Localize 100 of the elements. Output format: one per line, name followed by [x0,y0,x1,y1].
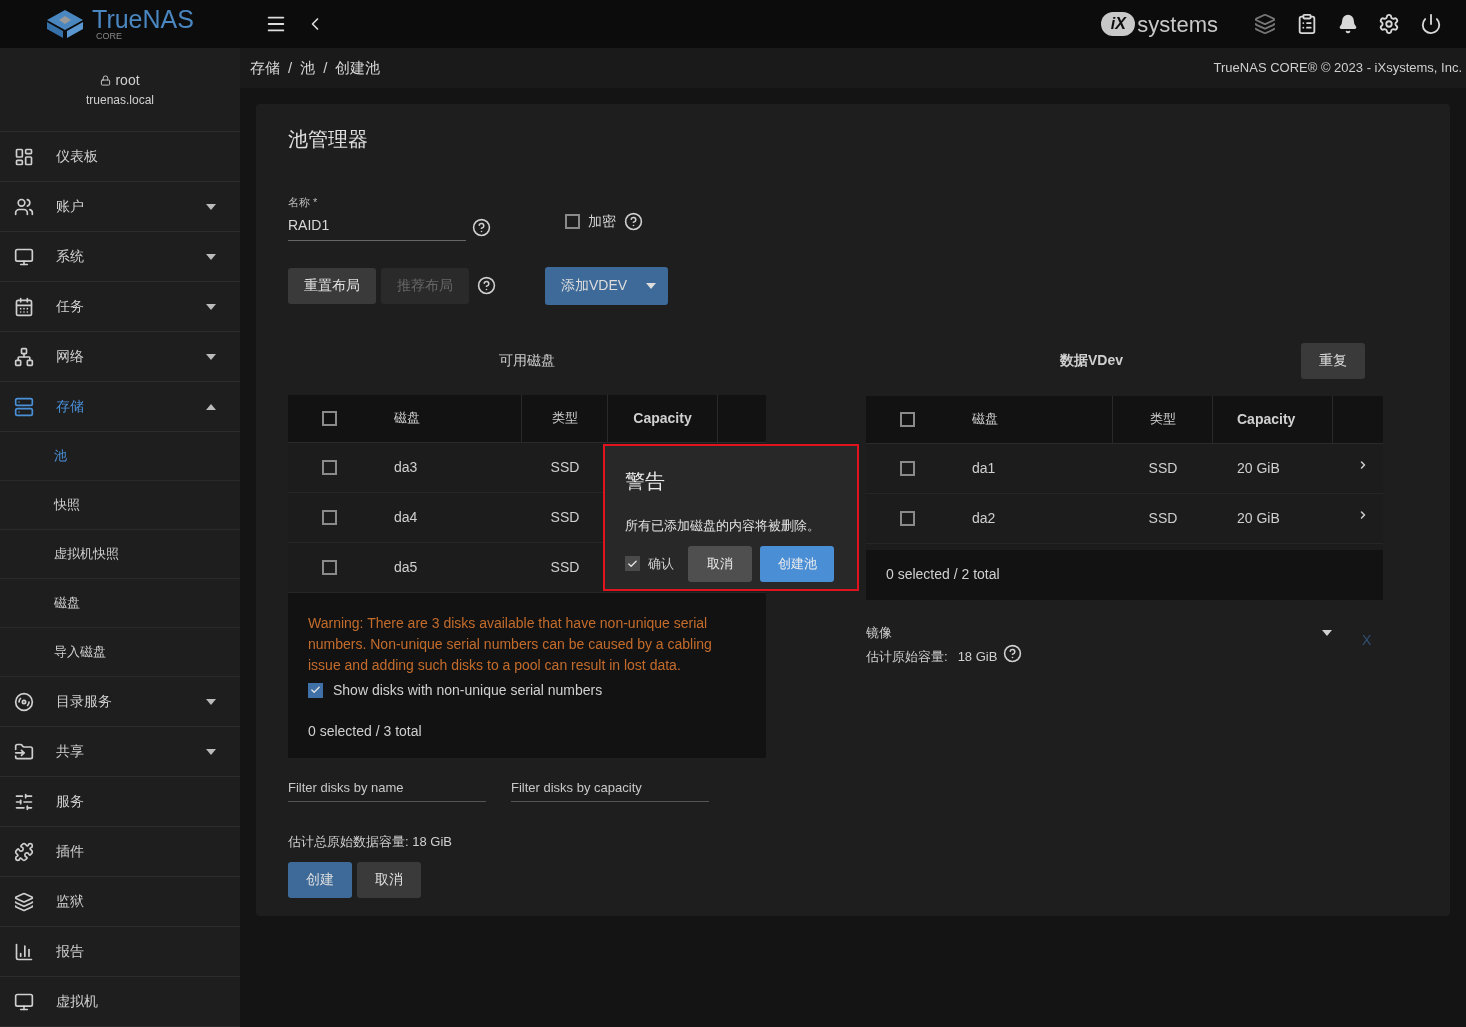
logo-text: TrueNAS [92,7,194,32]
logo-subtext: CORE [96,32,124,41]
selection-count: 0 selected / 2 total [886,565,1000,584]
power-icon[interactable] [1420,13,1442,35]
nav-icon [14,991,34,1012]
help-icon[interactable] [624,212,643,231]
vendor-logo-text: systems [1137,10,1218,39]
column-header[interactable]: 磁盘 [948,395,1113,443]
sidebar-item[interactable]: 目录服务 [0,677,240,727]
nav-icon [14,396,34,417]
sidebar-subitem[interactable]: 虚拟机快照 [0,530,240,579]
vendor-mark: iX [1101,12,1136,36]
sidebar-item[interactable]: 监狱 [0,877,240,927]
sidebar-item[interactable]: 插件 [0,827,240,877]
sidebar-subitem[interactable]: 导入磁盘 [0,628,240,677]
clipboard-icon[interactable] [1296,13,1318,35]
table-cell-text: da3 [393,457,419,477]
help-icon[interactable] [1003,643,1023,663]
panel-title: 数据VDev [1060,351,1124,370]
action-button[interactable]: 取消 [357,861,421,898]
help-icon[interactable] [472,217,491,237]
table-cell-text: 20 GiB [1236,508,1281,528]
sidebar-item[interactable]: 系统 [0,232,240,282]
sidebar-subitem[interactable]: 快照 [0,481,240,530]
caret-icon [646,282,656,289]
checkbox[interactable] [321,459,337,475]
copyright-text: TrueNAS CORE® © 2023 - iXsystems, Inc. [1213,59,1462,78]
column-header[interactable]: 类型 [522,394,608,442]
help-icon[interactable] [477,276,496,295]
caret-icon [206,203,216,210]
repeat-button[interactable]: 重复 [1301,342,1365,379]
checkbox[interactable] [625,556,640,571]
checkbox[interactable] [565,214,580,229]
sidebar-subitem[interactable]: 磁盘 [0,579,240,628]
table-cell-text: da5 [393,557,419,577]
filter-field[interactable]: Filter disks by name [288,777,486,802]
sidebar-subitem[interactable]: 池 [0,432,240,481]
settings-icon[interactable] [1378,13,1400,35]
layout-select[interactable]: 镜像 [866,623,1332,643]
table-cell-text: SSD [1147,458,1179,478]
cancel-button[interactable]: 取消 [688,545,752,582]
reset-layout-button[interactable]: 重置布局 [288,267,376,304]
filter-field[interactable]: Filter disks by capacity [511,777,709,802]
layers-icon[interactable] [1254,13,1276,35]
column-header[interactable]: 类型 [1113,395,1213,443]
column-header[interactable]: Capacity [608,394,718,442]
nav-icon [14,296,34,317]
table-cell-text: 20 GiB [1236,458,1281,478]
column-header[interactable]: Capacity [1213,395,1333,443]
caret-icon [206,698,216,705]
table-cell-text: da2 [971,508,997,528]
encrypt-label: 加密 [588,212,616,231]
name-field[interactable]: 名称 * RAID1 [288,194,466,241]
confirm-label: 确认 [648,554,674,573]
checkbox[interactable] [899,460,915,476]
sidebar-item[interactable]: 网络 [0,332,240,382]
sidebar-item[interactable]: 账户 [0,182,240,232]
logo-icon [46,9,85,39]
checkbox[interactable] [321,559,337,575]
caret-icon [206,748,216,755]
warning-text: Warning: There are 3 disks available that have non-unique serial numbers. Non-unique serial numbers can be caused by a cabling issue and adding such disks to a pool can result in lost data. [308,613,713,675]
panel-title: 可用磁盘 [498,351,556,370]
column-header[interactable]: 磁盘 [370,394,522,442]
nav-icon [14,791,34,812]
lock-icon [100,75,112,86]
caret-icon [206,353,216,360]
sidebar-item[interactable]: 仪表板 [0,132,240,182]
user-name: root [115,71,140,90]
sidebar-item[interactable]: 报告 [0,927,240,977]
selection-count: 0 selected / 3 total [308,721,423,741]
select-all-checkbox[interactable] [899,411,915,427]
select-all-checkbox[interactable] [321,410,337,426]
add-vdev-button[interactable]: 添加VDEV [545,266,668,305]
breadcrumb-link[interactable]: 池 [300,56,316,80]
breadcrumb-link[interactable]: 存储 [250,56,280,80]
caret-icon [206,303,216,310]
nav-icon [14,891,34,912]
capacity-value: 18 GiB [957,647,998,666]
breadcrumb-separator: / [323,57,328,78]
sidebar-item[interactable]: 任务 [0,282,240,332]
action-button[interactable]: 创建 [288,861,352,898]
nav-icon [14,741,34,762]
breadcrumb-separator: / [288,57,293,78]
breadcrumb-current: 创建池 [335,57,381,78]
checkbox[interactable] [899,510,915,526]
checkbox[interactable] [321,509,337,525]
notifications-icon[interactable] [1338,14,1358,34]
table-cell-text: da1 [971,458,997,478]
sidebar-item[interactable]: 服务 [0,777,240,827]
capacity-label: 估计原始容量: [866,647,948,666]
nav-icon [14,346,34,367]
dialog-message: 所有已添加磁盘的内容将被删除。 [625,517,821,535]
nav-icon [14,246,34,267]
card-title: 池管理器 [288,127,369,152]
total-capacity-text: 估计总原始数据容量: 18 GiB [288,833,453,851]
sidebar-item[interactable]: 共享 [0,727,240,777]
table-cell-text: SSD [549,557,581,577]
sidebar-item[interactable]: 虚拟机 [0,977,240,1027]
sidebar-item[interactable]: 存储 [0,382,240,432]
checkbox[interactable] [308,682,323,698]
